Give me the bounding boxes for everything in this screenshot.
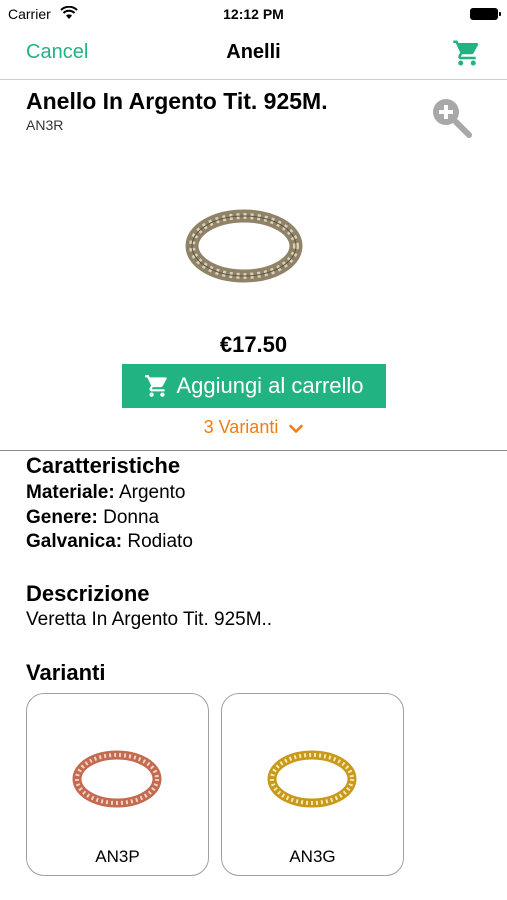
status-time: 12:12 PM — [223, 6, 284, 22]
battery-icon — [470, 8, 501, 20]
product-code: AN3R — [26, 117, 64, 133]
description-text: Veretta In Argento Tit. 925M.. — [26, 609, 273, 630]
characteristics-title: Caratteristiche — [26, 453, 181, 478]
spec-value: Donna — [103, 507, 160, 528]
spec-label: Galvanica: — [26, 531, 123, 552]
variant-card[interactable]: AN3P — [26, 693, 209, 876]
variant-code: AN3G — [289, 847, 336, 866]
chevron-down-icon — [289, 418, 304, 439]
section-divider — [0, 450, 507, 451]
zoom-in-icon[interactable] — [428, 94, 476, 142]
spec-value: Rodiato — [127, 531, 193, 552]
shopping-cart-icon[interactable] — [452, 38, 482, 68]
nav-title: Anelli — [226, 41, 281, 63]
add-to-cart-button[interactable]: Aggiungi al carrello — [122, 364, 386, 408]
cart-icon — [145, 375, 168, 397]
description-title: Descrizione — [26, 581, 150, 606]
navigation-bar: Cancel Anelli — [0, 28, 507, 80]
spec-row-gender: Genere: Donna — [26, 507, 159, 529]
spec-row-material: Materiale: Argento — [26, 482, 185, 504]
spec-row-plating: Galvanica: Rodiato — [26, 531, 193, 553]
variants-toggle[interactable]: 3 Varianti — [0, 417, 507, 439]
variant-image — [262, 739, 362, 819]
variants-toggle-label: 3 Varianti — [203, 417, 279, 437]
product-title: Anello In Argento Tit. 925M. — [26, 88, 328, 114]
variant-code: AN3P — [95, 847, 140, 866]
variant-card[interactable]: AN3G — [221, 693, 404, 876]
product-image — [160, 150, 340, 330]
product-price: €17.50 — [219, 332, 288, 357]
spec-label: Genere: — [26, 507, 98, 528]
spec-value: Argento — [118, 482, 186, 503]
spec-label: Materiale: — [26, 482, 115, 503]
add-to-cart-label: Aggiungi al carrello — [176, 373, 364, 398]
variant-image — [67, 739, 167, 819]
variants-title: Varianti — [26, 660, 106, 685]
status-bar: Carrier 12:12 PM — [0, 0, 507, 28]
